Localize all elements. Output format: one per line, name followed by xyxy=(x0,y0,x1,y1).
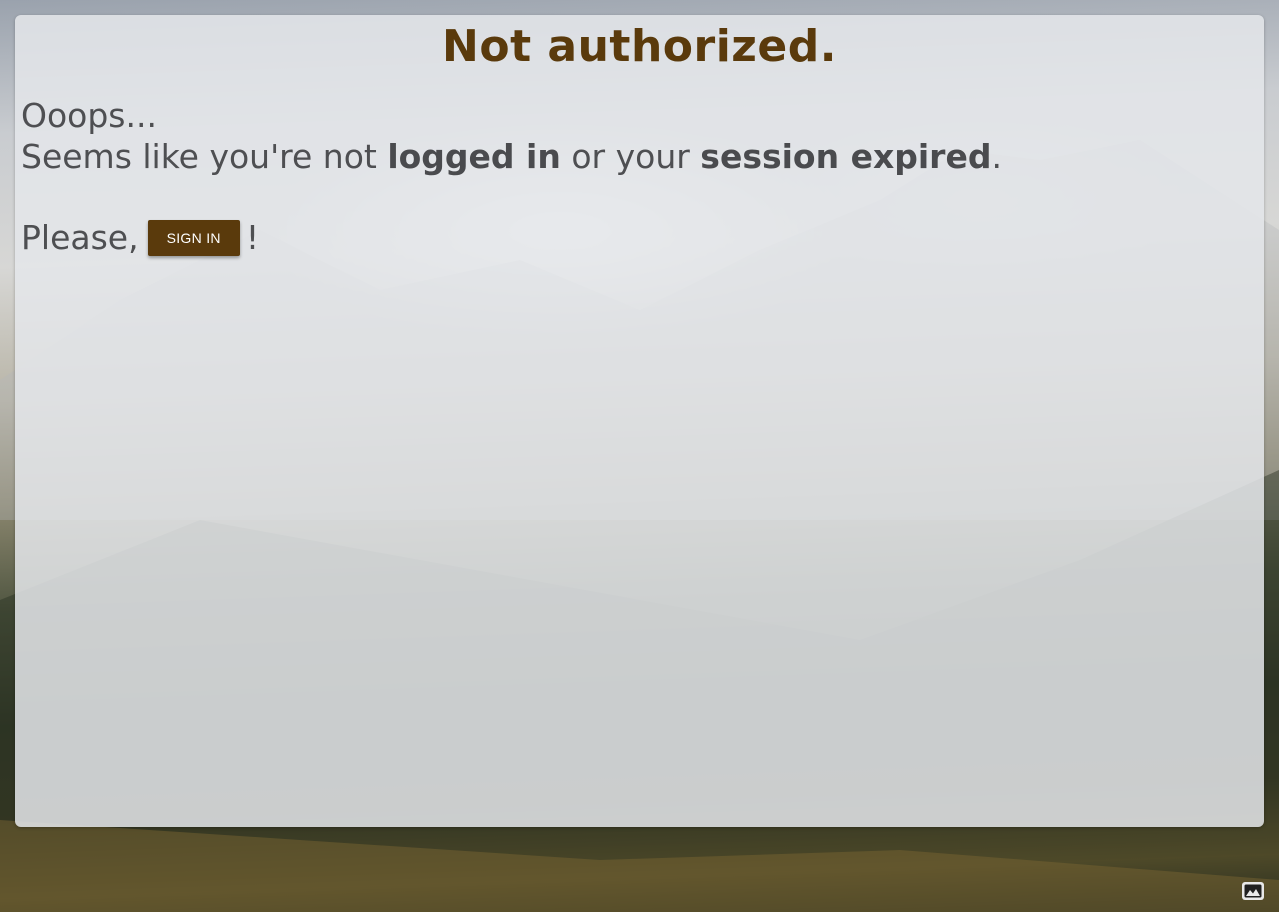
message-prefix: Seems like you're not xyxy=(21,137,388,176)
session-expired-emphasis: session expired xyxy=(700,137,992,176)
page-title: Not authorized. xyxy=(442,21,837,72)
sign-in-prompt: Please, SIGN IN ! xyxy=(21,217,259,258)
exclamation-mark: ! xyxy=(245,218,260,257)
please-label: Please, xyxy=(21,218,139,257)
message-text: Ooops... Seems like you're not logged in… xyxy=(21,95,1002,177)
ooops-line: Ooops... xyxy=(21,96,157,135)
sign-in-button[interactable]: SIGN IN xyxy=(147,219,240,256)
message-middle: or your xyxy=(560,137,701,176)
logged-in-emphasis: logged in xyxy=(387,137,561,176)
session-message-line: Seems like you're not logged in or your … xyxy=(21,136,1002,177)
background-info-button[interactable] xyxy=(1242,882,1264,900)
image-icon xyxy=(1244,884,1262,898)
message-suffix: . xyxy=(991,137,1002,176)
content-panel: Not authorized. Ooops... Seems like you'… xyxy=(15,15,1264,827)
